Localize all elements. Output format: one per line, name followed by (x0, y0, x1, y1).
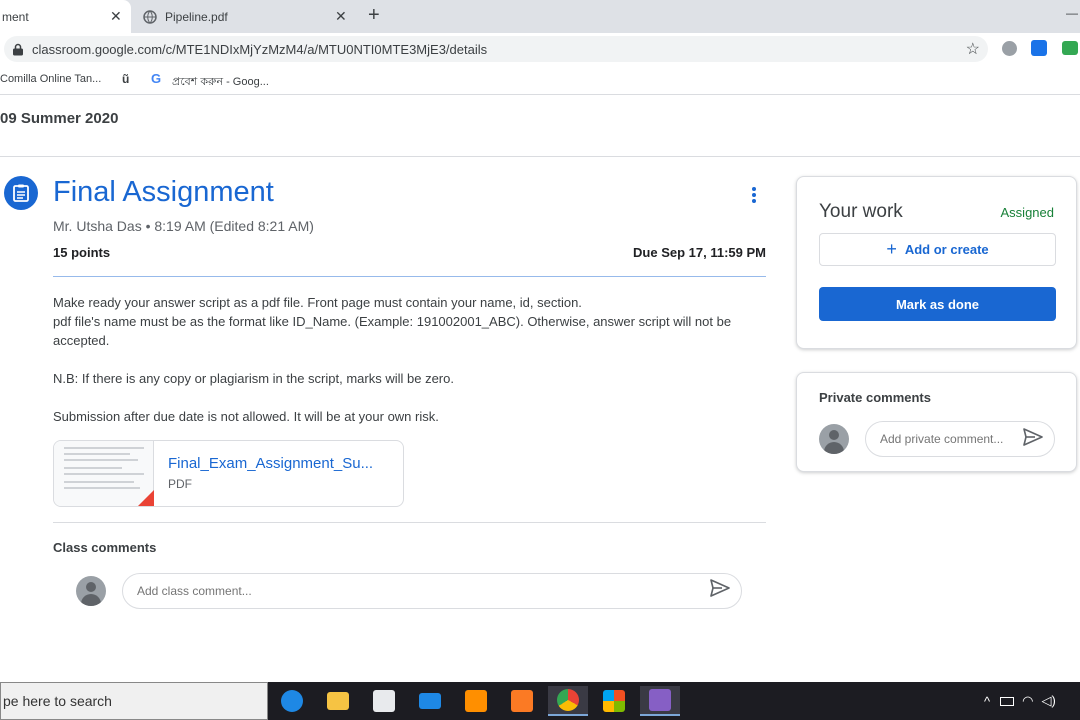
pdf-thumbnail[interactable] (54, 441, 154, 506)
bookmarks-bar: Comilla Online Tan... ũ G প্রবেশ করুন - … (0, 65, 1080, 95)
avatar (76, 576, 106, 606)
description-line: Make ready your answer script as a pdf f… (53, 295, 582, 310)
more-options-icon[interactable] (750, 186, 758, 206)
battery-icon[interactable] (1000, 696, 1015, 706)
close-tab-icon[interactable]: ✕ (335, 8, 347, 25)
private-comments-title: Private comments (819, 390, 931, 405)
attachment-name[interactable]: Final_Exam_Assignment_Su... (168, 455, 373, 472)
new-tab-button[interactable]: + (368, 4, 380, 27)
close-tab-icon[interactable]: ✕ (110, 8, 122, 25)
xampp-icon[interactable] (502, 686, 542, 716)
tiles-app-icon[interactable] (594, 686, 634, 716)
description-line (53, 388, 766, 407)
class-header: 09 Summer 2020 (0, 96, 1080, 157)
private-comments-card: Private comments (796, 372, 1077, 472)
bookmark-item[interactable]: প্রবেশ করুন - Goog... (172, 73, 269, 92)
pdf-corner-icon (138, 490, 154, 506)
class-comments-label: Class comments (53, 540, 157, 555)
assignment-main: Final Assignment Mr. Utsha Das • 8:19 AM… (0, 158, 1080, 682)
class-name[interactable]: 09 Summer 2020 (0, 110, 118, 127)
google-icon: G (151, 71, 162, 86)
url-text[interactable]: classroom.google.com/c/MTE1NDIxMjYzMzM4/… (32, 42, 487, 57)
description-line (53, 350, 766, 369)
send-icon[interactable] (710, 579, 730, 602)
tab-classroom[interactable]: ment ✕ (0, 0, 131, 33)
tab-label: ment (2, 9, 29, 24)
browser-tab-strip: ment ✕ Pipeline.pdf ✕ + — (0, 0, 1080, 33)
system-tray: ^ ◠ ◁) (984, 682, 1056, 720)
your-work-title: Your work (819, 201, 903, 222)
add-or-create-button[interactable]: + Add or create (819, 233, 1056, 266)
omnibox[interactable]: classroom.google.com/c/MTE1NDIxMjYzMzM4/… (4, 36, 988, 62)
sublime-text-icon[interactable] (456, 686, 496, 716)
bookmark-star-icon[interactable]: ☆ (966, 39, 980, 59)
mail-icon[interactable] (410, 686, 450, 716)
visual-studio-icon[interactable] (640, 686, 680, 716)
taskbar-search-box[interactable]: pe here to search (0, 682, 268, 720)
assignment-description: Make ready your answer script as a pdf f… (53, 293, 766, 426)
address-bar: classroom.google.com/c/MTE1NDIxMjYzMzM4/… (0, 33, 1080, 65)
edge-icon[interactable] (272, 686, 312, 716)
bookmark-item[interactable]: Comilla Online Tan... (0, 73, 101, 85)
globe-icon (143, 9, 157, 24)
extension-icon[interactable] (1002, 41, 1017, 56)
add-or-create-label: Add or create (904, 242, 989, 257)
tab-pipeline-pdf[interactable]: Pipeline.pdf ✕ (131, 0, 356, 33)
wifi-icon[interactable]: ◠ (1022, 693, 1033, 709)
comments-divider (53, 522, 766, 523)
bookmark-item[interactable]: ũ (122, 72, 129, 86)
avatar (819, 424, 849, 454)
windows-taskbar: pe here to search ^ ◠ ◁) (0, 682, 1080, 720)
plus-icon: + (886, 239, 897, 259)
taskbar-search-text[interactable]: pe here to search (3, 693, 112, 709)
description-line: Submission after due date is not allowed… (53, 409, 439, 424)
pdf-attachment[interactable]: Final_Exam_Assignment_Su... PDF (53, 440, 404, 507)
class-comment-input[interactable] (122, 573, 742, 609)
extension-icon[interactable] (1062, 41, 1078, 55)
assignment-icon (4, 176, 38, 210)
chrome-icon[interactable] (548, 686, 588, 716)
assignment-due-date: Due Sep 17, 11:59 PM (633, 245, 766, 260)
assignment-meta: Mr. Utsha Das • 8:19 AM (Edited 8:21 AM) (53, 218, 314, 234)
file-explorer-icon[interactable] (318, 686, 358, 716)
assignment-title: Final Assignment (53, 176, 274, 208)
volume-icon[interactable]: ◁) (1041, 693, 1055, 709)
chevron-up-icon[interactable]: ^ (984, 694, 990, 709)
tab-label: Pipeline.pdf (165, 9, 228, 24)
store-icon[interactable] (364, 686, 404, 716)
title-divider (53, 276, 766, 277)
extension-icon[interactable] (1031, 40, 1047, 56)
lock-icon[interactable] (12, 43, 24, 56)
assignment-points: 15 points (53, 245, 111, 260)
mark-as-done-button[interactable]: Mark as done (819, 287, 1056, 321)
description-line: N.B: If there is any copy or plagiarism … (53, 371, 454, 386)
attachment-type: PDF (168, 477, 192, 491)
your-work-card: Your work Assigned + Add or create Mark … (796, 176, 1077, 349)
minimize-button[interactable]: — (1066, 6, 1078, 20)
send-icon[interactable] (1023, 428, 1043, 451)
status-badge: Assigned (1000, 205, 1054, 220)
description-line: pdf file's name must be as the format li… (53, 314, 732, 348)
